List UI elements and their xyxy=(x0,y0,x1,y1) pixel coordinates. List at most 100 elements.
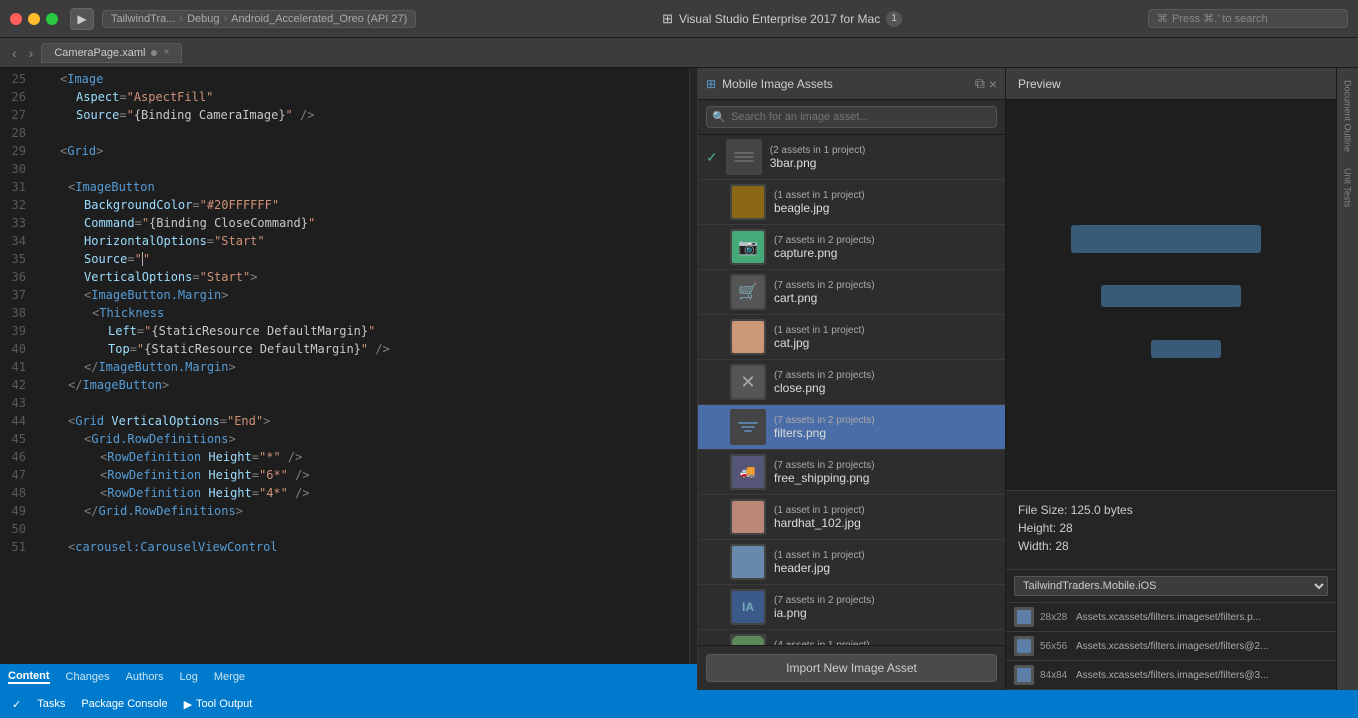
asset-count-header: (1 asset in 1 project) xyxy=(774,550,997,561)
asset-files: TailwindTraders.Mobile.iOS 28x28 Assets.… xyxy=(1006,569,1336,690)
asset-item-filters[interactable]: (7 assets in 2 projects) filters.png xyxy=(698,405,1005,450)
asset-item-free-shipping[interactable]: 🚚 (7 assets in 2 projects) free_shipping… xyxy=(698,450,1005,495)
asset-info-capture: (7 assets in 2 projects) capture.png xyxy=(774,235,997,260)
preview-panel: Preview File Size: 125.0 bytes Height: 2… xyxy=(1006,68,1336,690)
code-line: </Grid.RowDefinitions> xyxy=(44,502,681,520)
code-line: <Grid VerticalOptions="End"> xyxy=(44,412,681,430)
code-line: <RowDefinition Height="*" /> xyxy=(44,448,681,466)
breadcrumb-sep1: › xyxy=(179,13,183,25)
code-line: <Grid.RowDefinitions> xyxy=(44,430,681,448)
tab-content[interactable]: Content xyxy=(8,670,50,684)
asset-item-icon[interactable]: ⊞ (4 assets in 1 project) icon.png xyxy=(698,630,1005,645)
panel-restore-button[interactable]: ⧉ xyxy=(975,75,985,92)
notification-badge: 1 xyxy=(886,11,902,27)
file-entry-28: 28x28 Assets.xcassets/filters.imageset/f… xyxy=(1006,603,1336,632)
editor-scrollbar[interactable] xyxy=(689,68,697,664)
asset-item-capture[interactable]: 📷 (7 assets in 2 projects) capture.png xyxy=(698,225,1005,270)
tab-log[interactable]: Log xyxy=(180,671,198,683)
asset-info-cart: (7 assets in 2 projects) cart.png xyxy=(774,280,997,305)
line-numbers: 2526272829 3031323334 3536373839 4041424… xyxy=(0,68,36,664)
tab-forward-button[interactable]: › xyxy=(25,45,38,61)
file-size: File Size: 125.0 bytes xyxy=(1018,503,1324,517)
file-thumb-84 xyxy=(1014,665,1034,685)
asset-info-cat: (1 asset in 1 project) cat.jpg xyxy=(774,325,997,350)
asset-name-filters: filters.png xyxy=(774,426,997,440)
status-tool-output[interactable]: ▶ Tool Output xyxy=(184,698,253,711)
asset-name-3bar: 3bar.png xyxy=(770,156,997,170)
asset-thumb-cat xyxy=(730,319,766,355)
package-console-label: Package Console xyxy=(81,698,167,710)
status-tasks[interactable]: Tasks xyxy=(37,698,65,710)
global-search[interactable]: ⌘ Press ⌘.' to search xyxy=(1148,9,1348,28)
asset-item-hardhat[interactable]: (1 asset in 1 project) hardhat_102.jpg xyxy=(698,495,1005,540)
assets-title-label: Mobile Image Assets xyxy=(722,77,833,91)
code-line: </ImageButton> xyxy=(44,376,681,394)
asset-item-3bar[interactable]: ✓ (2 assets in 1 project) 3bar.png xyxy=(698,135,1005,180)
code-line xyxy=(44,124,681,142)
tab-back-button[interactable]: ‹ xyxy=(8,45,21,61)
tab-authors[interactable]: Authors xyxy=(126,671,164,683)
asset-info-ia: (7 assets in 2 projects) ia.png xyxy=(774,595,997,620)
asset-thumb-header xyxy=(730,544,766,580)
checkmark-icon: ✓ xyxy=(12,698,21,711)
asset-thumb-3bar xyxy=(726,139,762,175)
code-editor[interactable]: <Image Aspect="AspectFill" Source="{Bind… xyxy=(36,68,689,664)
code-line: Aspect="AspectFill" xyxy=(44,88,681,106)
asset-item-ia[interactable]: IA (7 assets in 2 projects) ia.png xyxy=(698,585,1005,630)
project-select-dropdown[interactable]: TailwindTraders.Mobile.iOS xyxy=(1014,576,1328,596)
code-line: <RowDefinition Height="4*" /> xyxy=(44,484,681,502)
asset-name-cat: cat.jpg xyxy=(774,336,997,350)
asset-name-hardhat: hardhat_102.jpg xyxy=(774,516,997,530)
play-button[interactable]: ▶ xyxy=(70,8,94,30)
code-line xyxy=(44,520,681,538)
asset-search-input[interactable] xyxy=(706,106,997,128)
asset-item-cart[interactable]: 🛒 (7 assets in 2 projects) cart.png xyxy=(698,270,1005,315)
sidebar-icon-document-outline[interactable]: Document Outline xyxy=(1341,76,1355,156)
assets-panel-header: ⊞ Mobile Image Assets ⧉ × xyxy=(698,68,1005,100)
tab-label: CameraPage.xaml xyxy=(54,47,145,59)
minimize-window-button[interactable] xyxy=(28,13,40,25)
asset-search-icon: 🔍 xyxy=(712,111,726,124)
tab-camerapage[interactable]: CameraPage.xaml × xyxy=(41,43,182,63)
breadcrumb-part2: Debug xyxy=(187,13,219,25)
panel-controls: ⧉ × xyxy=(975,75,997,92)
status-package-console[interactable]: Package Console xyxy=(81,698,167,710)
sidebar-icon-unit-tests[interactable]: Unit Tests xyxy=(1341,164,1355,211)
maximize-window-button[interactable] xyxy=(46,13,58,25)
asset-item-header[interactable]: (1 asset in 1 project) header.jpg xyxy=(698,540,1005,585)
file-thumb-56 xyxy=(1014,636,1034,656)
tab-changes[interactable]: Changes xyxy=(66,671,110,683)
asset-name-header: header.jpg xyxy=(774,561,997,575)
code-line: <ImageButton.Margin> xyxy=(44,286,681,304)
editor-content[interactable]: 2526272829 3031323334 3536373839 4041424… xyxy=(0,68,697,664)
file-path-28: Assets.xcassets/filters.imageset/filters… xyxy=(1076,612,1328,623)
asset-count-capture: (7 assets in 2 projects) xyxy=(774,235,997,246)
asset-count-beagle: (1 asset in 1 project) xyxy=(774,190,997,201)
code-line: Source="" xyxy=(44,250,681,268)
code-line: Top="{StaticResource DefaultMargin}" /> xyxy=(44,340,681,358)
asset-item-cat[interactable]: (1 asset in 1 project) cat.jpg xyxy=(698,315,1005,360)
tab-merge[interactable]: Merge xyxy=(214,671,245,683)
asset-info-filters: (7 assets in 2 projects) filters.png xyxy=(774,415,997,440)
preview-area xyxy=(1006,100,1336,490)
code-line: <carousel:CarouselViewControl xyxy=(44,538,681,556)
tab-close-icon[interactable]: × xyxy=(163,47,169,58)
asset-thumb-hardhat xyxy=(730,499,766,535)
breadcrumb-sep2: › xyxy=(223,13,227,25)
file-size-label-56: 56x56 xyxy=(1040,641,1070,652)
asset-name-capture: capture.png xyxy=(774,246,997,260)
close-window-button[interactable] xyxy=(10,13,22,25)
search-icon: ⌘ xyxy=(1157,12,1168,25)
asset-thumb-cart: 🛒 xyxy=(730,274,766,310)
asset-item-close[interactable]: ✕ (7 assets in 2 projects) close.png xyxy=(698,360,1005,405)
asset-item-beagle[interactable]: (1 asset in 1 project) beagle.jpg xyxy=(698,180,1005,225)
import-btn-container: Import New Image Asset xyxy=(698,645,1005,690)
breadcrumb[interactable]: TailwindTra... › Debug › Android_Acceler… xyxy=(102,10,416,28)
asset-info-beagle: (1 asset in 1 project) beagle.jpg xyxy=(774,190,997,215)
asset-name-free-shipping: free_shipping.png xyxy=(774,471,997,485)
asset-count-cart: (7 assets in 2 projects) xyxy=(774,280,997,291)
asset-thumb-filters xyxy=(730,409,766,445)
panel-close-button[interactable]: × xyxy=(989,75,997,92)
code-line xyxy=(44,394,681,412)
import-new-image-asset-button[interactable]: Import New Image Asset xyxy=(706,654,997,682)
